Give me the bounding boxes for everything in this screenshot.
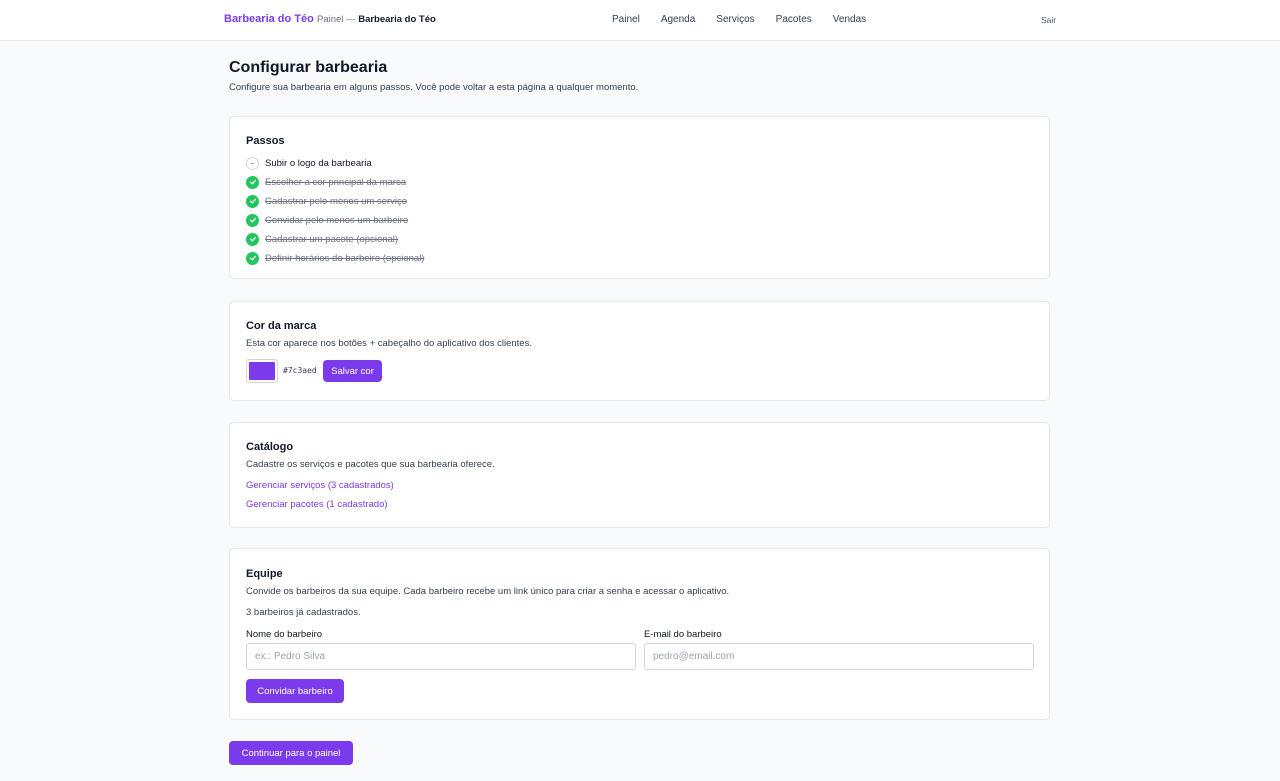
nav-pacotes[interactable]: Pacotes: [776, 14, 812, 25]
color-picker[interactable]: [246, 359, 278, 383]
color-hex-value: #7c3aed: [283, 366, 317, 375]
step-label: Convidar pelo menos um barbeiro: [265, 214, 409, 226]
steps-card: Passos Subir o logo da barbearia Escolhe…: [229, 116, 1050, 279]
step-label: Cadastrar um pacote (opcional): [265, 233, 399, 245]
brand-color-card: Cor da marca Esta cor aparece nos botões…: [229, 301, 1050, 401]
team-description: Convide os barbeiros da sua equipe. Cada…: [246, 586, 730, 597]
brand-color-title: Cor da marca: [246, 320, 317, 332]
breadcrumb: Painel — Barbearia do Téo: [317, 14, 436, 25]
check-icon: [246, 194, 259, 208]
barber-email-label: E-mail do barbeiro: [644, 629, 722, 640]
signout-link[interactable]: Sair: [1041, 15, 1056, 25]
color-swatch: [249, 362, 275, 380]
catalog-card: Catálogo Cadastre os serviços e pacotes …: [229, 422, 1050, 528]
main-nav: Painel Agenda Serviços Pacotes Vendas: [612, 14, 887, 25]
step-label: Definir horários do barbeiro (opcional): [265, 252, 425, 264]
nav-painel[interactable]: Painel: [612, 14, 640, 25]
manage-services-link[interactable]: Gerenciar serviços (3 cadastrados): [246, 480, 394, 491]
page-title: Configurar barbearia: [229, 59, 388, 76]
barber-name-label: Nome do barbeiro: [246, 629, 323, 640]
step-item: Definir horários do barbeiro (opcional): [246, 251, 424, 265]
page-subtitle: Configure sua barbearia em alguns passos…: [229, 82, 639, 93]
step-item: Cadastrar um pacote (opcional): [246, 232, 398, 246]
step-label: Escolher a cor principal da marca: [265, 176, 406, 188]
step-item: Cadastrar pelo menos um serviço: [246, 194, 407, 208]
check-icon: [246, 175, 259, 189]
nav-vendas[interactable]: Vendas: [833, 14, 866, 25]
barber-name-input[interactable]: [246, 643, 636, 670]
catalog-title: Catálogo: [246, 441, 294, 453]
team-card: Equipe Convide os barbeiros da sua equip…: [229, 548, 1050, 720]
manage-packages-link[interactable]: Gerenciar pacotes (1 cadastrado): [246, 499, 388, 510]
brand-name[interactable]: Barbearia do Téo: [224, 13, 314, 25]
steps-title: Passos: [246, 135, 285, 147]
step-item: Subir o logo da barbearia: [246, 156, 372, 170]
nav-agenda[interactable]: Agenda: [661, 14, 695, 25]
invite-barber-button[interactable]: Convidar barbeiro: [246, 679, 344, 703]
step-label: Subir o logo da barbearia: [265, 157, 372, 169]
nav-servicos[interactable]: Serviços: [716, 14, 754, 25]
brand-color-description: Esta cor aparece nos botões + cabeçalho …: [246, 338, 532, 349]
check-icon: [246, 213, 259, 227]
breadcrumb-current: Barbearia do Téo: [358, 14, 436, 25]
breadcrumb-prefix: Painel —: [317, 14, 356, 25]
step-item: Convidar pelo menos um barbeiro: [246, 213, 408, 227]
save-color-button[interactable]: Salvar cor: [323, 360, 382, 382]
pending-step-icon: [246, 156, 259, 170]
check-icon: [246, 232, 259, 246]
team-count: 3 barbeiros já cadastrados.: [246, 607, 361, 618]
continue-button[interactable]: Continuar para o painel: [229, 741, 353, 765]
step-label: Cadastrar pelo menos um serviço: [265, 195, 408, 207]
step-item: Escolher a cor principal da marca: [246, 175, 406, 189]
catalog-description: Cadastre os serviços e pacotes que sua b…: [246, 459, 495, 470]
team-title: Equipe: [246, 568, 283, 580]
top-navbar: Barbearia do Téo Painel — Barbearia do T…: [0, 0, 1280, 41]
barber-email-input[interactable]: [644, 643, 1034, 670]
check-icon: [246, 251, 259, 265]
